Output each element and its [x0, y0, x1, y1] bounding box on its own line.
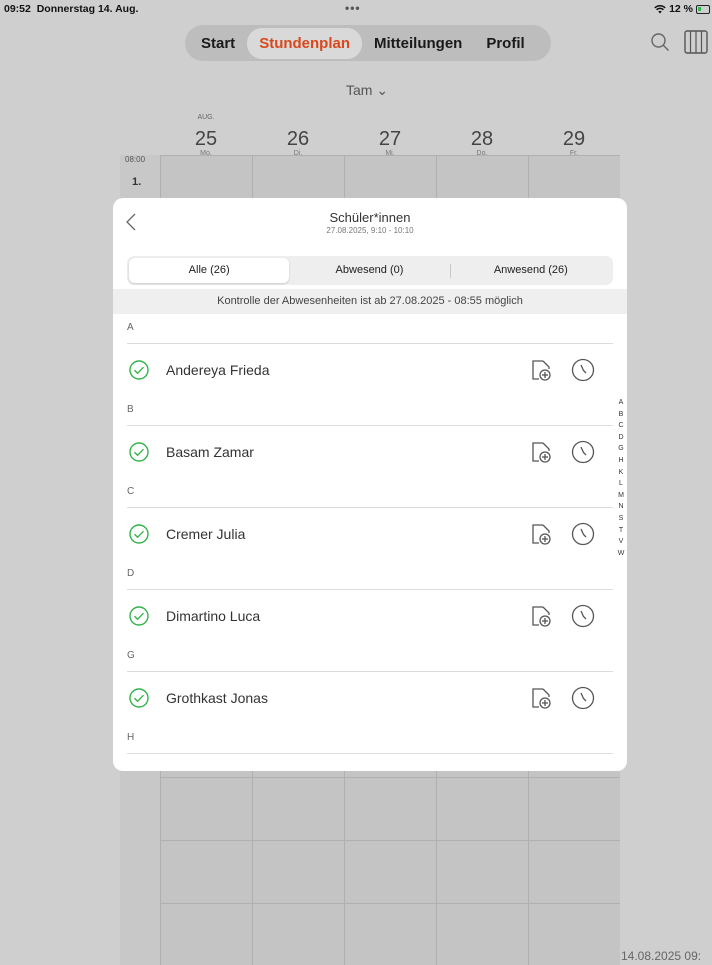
alphabet-index: A B C D G H K L M N S T V W — [616, 397, 626, 559]
wifi-icon — [654, 5, 666, 14]
index-letter[interactable]: H — [616, 455, 626, 467]
day-number: 26 — [286, 128, 310, 150]
absence-notice: Kontrolle der Abwesenheiten ist ab 27.08… — [113, 289, 627, 314]
student-name: Basam Zamar — [166, 444, 254, 460]
index-letter[interactable]: V — [616, 536, 626, 548]
battery-icon — [696, 4, 710, 14]
check-circle-icon[interactable] — [129, 524, 149, 544]
index-letter[interactable]: B — [616, 409, 626, 421]
add-note-icon[interactable] — [530, 605, 552, 627]
index-letter[interactable]: W — [616, 548, 626, 560]
index-letter[interactable]: L — [616, 478, 626, 490]
student-name: Cremer Julia — [166, 526, 246, 542]
tab-mitteilungen[interactable]: Mitteilungen — [362, 28, 474, 59]
day-number: 25 — [194, 128, 218, 150]
student-list: A Andereya Frieda B Basam Zamar C Cremer… — [127, 314, 613, 754]
student-row[interactable]: Dimartino Luca — [127, 590, 613, 642]
filter-segmented-control: Alle (26) Abwesend (0) Anwesend (26) — [127, 256, 613, 285]
status-right: 12 % — [654, 3, 710, 15]
top-icons — [650, 30, 708, 54]
day-number: 29 — [562, 128, 586, 150]
section-header: B — [127, 396, 613, 426]
month-label: AUG. — [197, 114, 215, 121]
student-row[interactable]: Andereya Frieda — [127, 344, 613, 396]
add-note-icon[interactable] — [530, 441, 552, 463]
check-circle-icon[interactable] — [129, 606, 149, 626]
clock-icon[interactable] — [571, 440, 595, 464]
index-letter[interactable]: N — [616, 501, 626, 513]
clock-icon[interactable] — [571, 522, 595, 546]
clock-icon[interactable] — [571, 604, 595, 628]
index-letter[interactable]: T — [616, 525, 626, 537]
period-label: 1. — [132, 176, 142, 188]
student-name: Andereya Frieda — [166, 362, 270, 378]
check-circle-icon[interactable] — [129, 442, 149, 462]
add-note-icon[interactable] — [530, 359, 552, 381]
section-header: G — [127, 642, 613, 672]
grid-line — [160, 840, 620, 841]
students-modal: Schüler*innen 27.08.2025, 9:10 - 10:10 A… — [113, 198, 627, 771]
clock-icon[interactable] — [571, 686, 595, 710]
tab-stundenplan[interactable]: Stundenplan — [247, 27, 363, 59]
student-name: Dimartino Luca — [166, 608, 261, 624]
class-selector[interactable]: Tam ⌄ — [346, 82, 388, 99]
status-time: 09:52 Donnerstag 14. Aug. — [4, 3, 139, 15]
index-letter[interactable]: S — [616, 513, 626, 525]
day-number: 28 — [470, 128, 494, 150]
index-letter[interactable]: C — [616, 420, 626, 432]
add-note-icon[interactable] — [530, 523, 552, 545]
time-label: 08:00 — [125, 155, 146, 164]
top-nav: Start Stundenplan Mitteilungen Profil — [185, 25, 551, 61]
modal-subtitle: 27.08.2025, 9:10 - 10:10 — [326, 226, 414, 235]
tab-profil[interactable]: Profil — [474, 28, 536, 59]
clock-icon[interactable] — [571, 358, 595, 382]
columns-icon[interactable] — [684, 30, 708, 54]
modal-title: Schüler*innen — [329, 210, 411, 225]
grid-line — [160, 155, 620, 156]
section-header: D — [127, 560, 613, 590]
section-header: H — [127, 724, 613, 754]
segment-alle[interactable]: Alle (26) — [129, 258, 290, 283]
segment-abwesend[interactable]: Abwesend (0) — [289, 258, 449, 283]
check-circle-icon[interactable] — [129, 360, 149, 380]
grid-line — [160, 903, 620, 904]
search-icon[interactable] — [650, 32, 670, 52]
check-circle-icon[interactable] — [129, 688, 149, 708]
section-header: C — [127, 478, 613, 508]
student-row[interactable]: Basam Zamar — [127, 426, 613, 478]
index-letter[interactable]: K — [616, 467, 626, 479]
footer-timestamp: 14.08.2025 09: — [621, 949, 702, 963]
index-letter[interactable]: A — [616, 397, 626, 409]
battery-percent: 12 % — [669, 3, 693, 15]
tab-start[interactable]: Start — [189, 28, 247, 59]
student-name: Grothkast Jonas — [166, 690, 268, 706]
student-row[interactable]: Cremer Julia — [127, 508, 613, 560]
index-letter[interactable]: G — [616, 443, 626, 455]
segment-anwesend[interactable]: Anwesend (26) — [451, 258, 611, 283]
section-header: A — [127, 314, 613, 344]
index-letter[interactable]: M — [616, 490, 626, 502]
index-letter[interactable]: D — [616, 432, 626, 444]
status-bar: 09:52 Donnerstag 14. Aug. ••• 12 % — [0, 0, 712, 18]
add-note-icon[interactable] — [530, 687, 552, 709]
student-row[interactable]: Grothkast Jonas — [127, 672, 613, 724]
multitask-dots[interactable]: ••• — [345, 1, 361, 15]
day-number: 27 — [378, 128, 402, 150]
grid-line — [160, 777, 620, 778]
